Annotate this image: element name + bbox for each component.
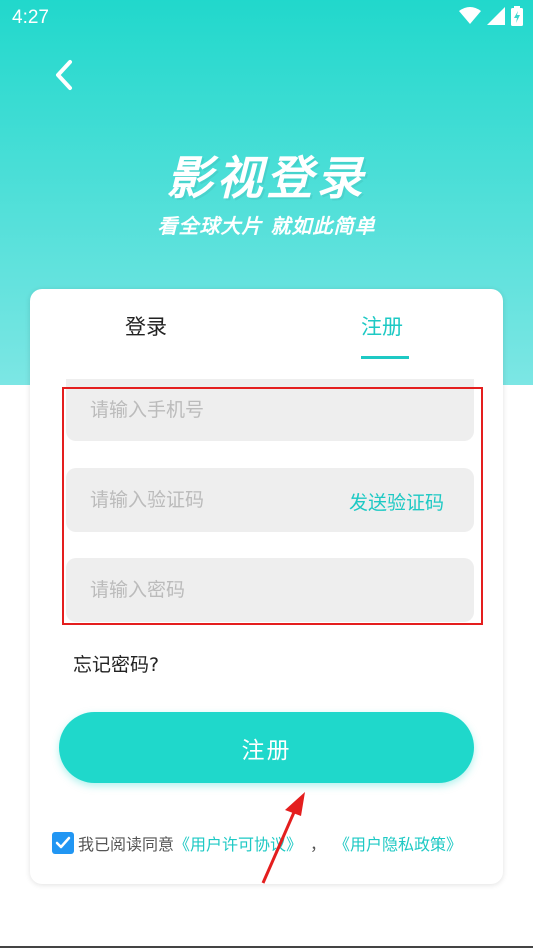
tab-bar: 登录 注册 [30, 289, 503, 361]
tab-active-indicator [361, 356, 409, 359]
phone-field [66, 379, 474, 441]
status-bar: 4:27 [0, 0, 533, 36]
register-button[interactable]: 注册 [59, 712, 474, 783]
agreement-prefix: 我已阅读同意 [78, 835, 175, 854]
back-button[interactable] [46, 56, 82, 96]
password-field [66, 558, 474, 622]
license-agreement-link[interactable]: 《用户许可协议》 [174, 831, 302, 855]
status-icons [459, 6, 523, 26]
agreement-separator: ， [310, 835, 327, 854]
password-input[interactable] [66, 579, 474, 601]
signal-icon [487, 7, 505, 25]
status-time: 4:27 [12, 7, 49, 28]
form-card: 登录 注册 发送验证码 忘记密码? 注册 我已阅读同意 《用户许可协议》 ， 《… [30, 289, 503, 884]
page-subtitle: 看全球大片 就如此简单 [157, 214, 376, 238]
privacy-policy-link[interactable]: 《用户隐私政策》 [334, 831, 462, 855]
code-field: 发送验证码 [66, 468, 474, 532]
agreement-row: 我已阅读同意 《用户许可协议》 ， 《用户隐私政策》 [52, 829, 462, 857]
send-code-button[interactable]: 发送验证码 [349, 488, 444, 515]
phone-input[interactable] [66, 399, 474, 421]
agree-checkbox[interactable] [52, 832, 74, 854]
battery-icon [511, 6, 523, 26]
wifi-icon [459, 7, 481, 24]
tab-login[interactable]: 登录 [125, 311, 167, 341]
forgot-password-link[interactable]: 忘记密码? [73, 650, 159, 677]
check-icon [55, 836, 71, 849]
chevron-left-icon [56, 60, 72, 90]
page-title: 影视登录 [166, 151, 367, 205]
tab-register[interactable]: 注册 [361, 311, 403, 341]
